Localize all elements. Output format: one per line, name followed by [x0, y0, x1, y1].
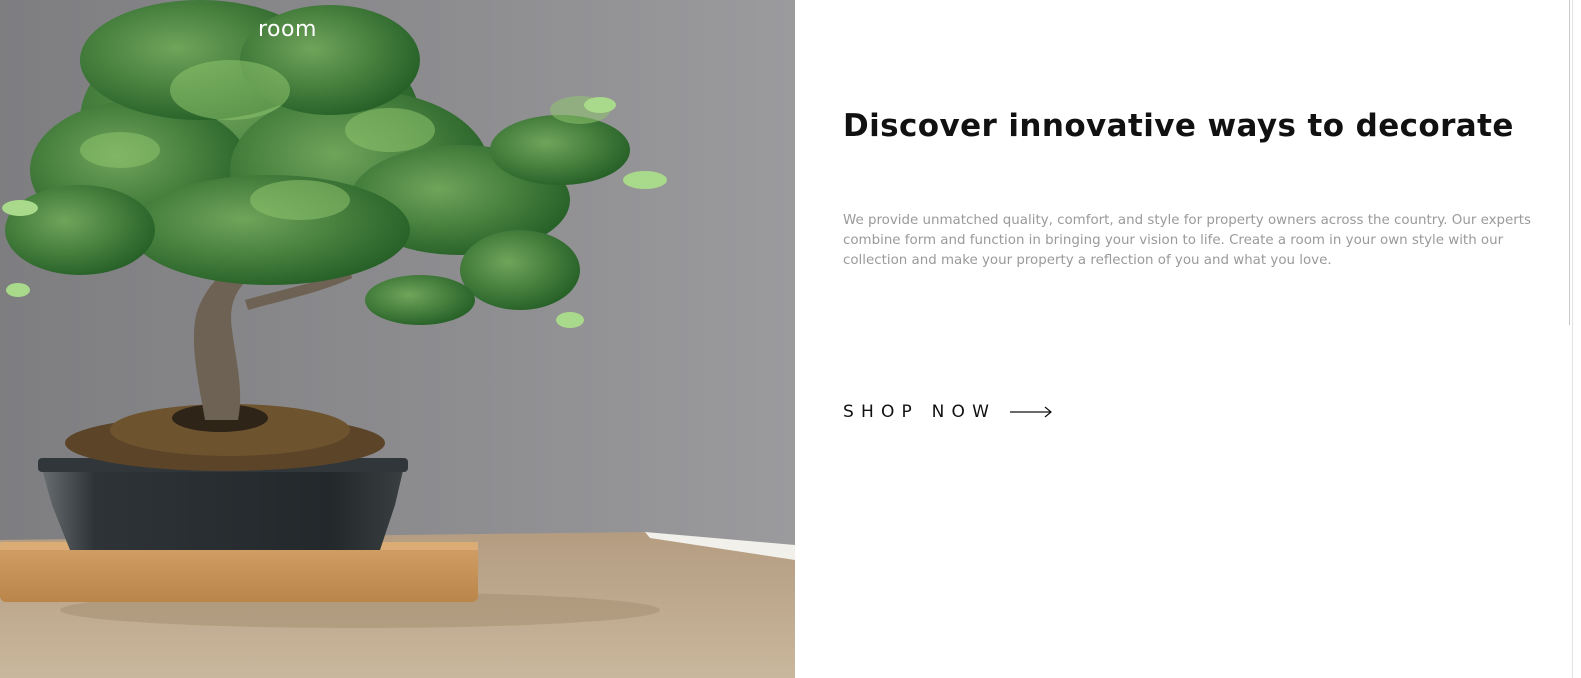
scrollbar-track	[1572, 0, 1573, 678]
page-headline: Discover innovative ways to decorate	[843, 108, 1514, 144]
shop-now-label: SHOP NOW	[843, 402, 997, 422]
vertical-scrollbar[interactable]	[1567, 0, 1581, 678]
scrollbar-thumb[interactable]	[1569, 0, 1570, 325]
shop-now-button[interactable]: SHOP NOW	[843, 402, 1053, 422]
page: room Discover innovative ways to decorat…	[0, 0, 1581, 678]
site-logo[interactable]: room	[258, 17, 317, 42]
hero-image: room	[0, 0, 795, 678]
intro-description: We provide unmatched quality, comfort, a…	[843, 213, 1531, 268]
bonsai-illustration	[0, 0, 795, 678]
arrow-right-icon	[1010, 406, 1053, 418]
hero-content: Discover innovative ways to decorate We …	[843, 0, 1543, 678]
